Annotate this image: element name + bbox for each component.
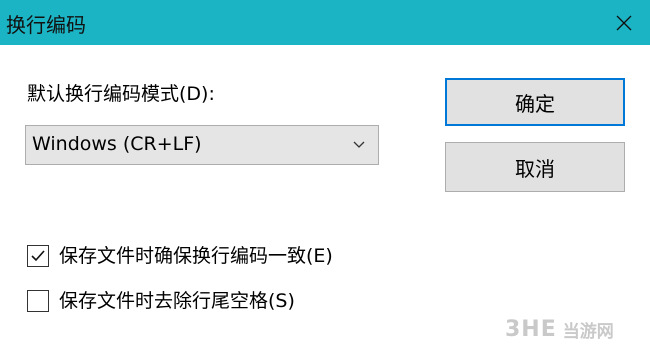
site-watermark: 3HE 当游网 [505, 315, 645, 343]
chevron-down-icon [353, 141, 365, 148]
cancel-button[interactable]: 取消 [445, 142, 625, 192]
watermark-text: 当游网 [562, 321, 614, 342]
trim-trailing-spaces-checkbox[interactable] [27, 290, 49, 312]
line-ending-mode-select[interactable]: Windows (CR+LF) [25, 125, 379, 165]
selected-mode: Windows (CR+LF) [32, 133, 202, 155]
trim-trailing-spaces-label[interactable]: 保存文件时去除行尾空格(S) [59, 286, 295, 313]
watermark-logo: 3HE [505, 316, 557, 342]
ok-button[interactable]: 确定 [445, 78, 625, 126]
cancel-button-label: 取消 [515, 156, 555, 181]
window-title: 换行编码 [6, 13, 86, 37]
mode-label: 默认换行编码模式(D): [27, 83, 215, 105]
ensure-consistent-line-endings-checkbox[interactable] [27, 245, 49, 267]
ok-button-label: 确定 [515, 91, 555, 116]
close-icon [616, 15, 632, 30]
title-bar: 换行编码 [0, 0, 650, 45]
ensure-consistent-line-endings-label[interactable]: 保存文件时确保换行编码一致(E) [59, 241, 333, 268]
check-icon [31, 250, 45, 262]
close-button[interactable] [598, 0, 650, 45]
